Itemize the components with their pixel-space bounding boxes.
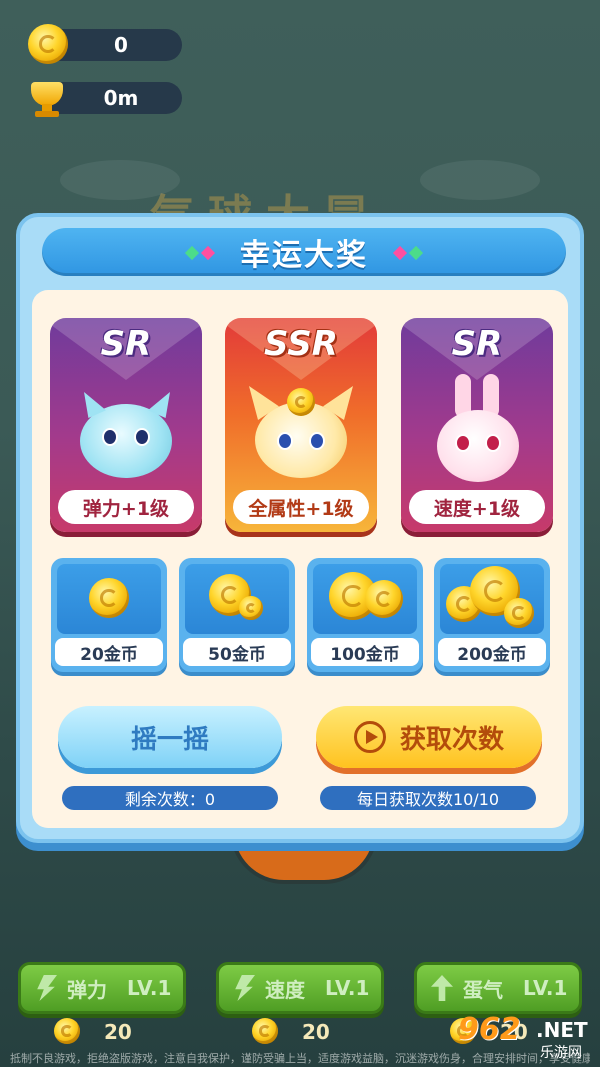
coin-reward-label: 50金币	[183, 638, 291, 666]
coin-reward-20[interactable]: 20金币	[51, 558, 167, 672]
prize-card-sr-blue-cat[interactable]: SR 弹力+1级	[50, 318, 202, 532]
coin-reward-100[interactable]: 100金币	[307, 558, 423, 672]
rocket-icon	[235, 975, 255, 1001]
arrow-up-icon	[431, 975, 453, 1001]
watermark-net: .NET	[536, 1018, 588, 1042]
get-attempts-button[interactable]: 获取次数	[316, 706, 542, 768]
modal-title: 幸运大奖	[240, 238, 368, 273]
diamond-decoration-icon	[184, 243, 216, 262]
play-video-icon	[353, 721, 386, 753]
upgrade-bounce-button[interactable]: 弹力 LV.1	[18, 962, 186, 1014]
coin-reward-50[interactable]: 50金币	[179, 558, 295, 672]
watermark-number: 962	[458, 1012, 521, 1047]
coin-reward-label: 200金币	[438, 638, 546, 666]
upgrade-name: 速度	[265, 977, 305, 1002]
watermark-site: 乐游网	[540, 1045, 582, 1061]
upgrade-level: LV.1	[127, 976, 172, 1000]
shake-button[interactable]: 摇一摇	[58, 706, 282, 768]
coin-icon	[54, 1018, 80, 1044]
upgrade-level: LV.1	[523, 976, 568, 1000]
coin-icon	[504, 598, 534, 628]
coin-icon	[365, 580, 403, 618]
rarity-label: SSR	[264, 324, 338, 364]
watermark-logo: 962 .NET 乐游网	[458, 1012, 592, 1064]
prize-card-sr-pink-rabbit[interactable]: SR 速度+1级	[401, 318, 553, 532]
get-attempts-label: 获取次数	[399, 724, 504, 755]
upgrade-name: 蛋气	[463, 977, 503, 1002]
upgrade-cost: 20	[302, 1020, 330, 1044]
rarity-label: SR	[451, 324, 503, 364]
upgrade-name: 弹力	[67, 977, 107, 1002]
lightning-icon	[37, 975, 57, 1001]
upgrade-level: LV.1	[325, 976, 370, 1000]
coin-icon	[28, 24, 68, 64]
upgrade-cost: 20	[104, 1020, 132, 1044]
reward-label: 全属性+1级	[233, 490, 369, 524]
daily-attempts: 每日获取次数10/10	[320, 786, 536, 810]
coin-icon	[89, 578, 129, 618]
reward-label: 速度+1级	[409, 490, 545, 524]
coin-icon	[239, 596, 263, 620]
modal-header: 幸运大奖	[42, 228, 566, 276]
upgrade-egg-gas-button[interactable]: 蛋气 LV.1	[414, 962, 582, 1014]
shake-button-label: 摇一摇	[130, 724, 209, 755]
coin-reward-label: 100金币	[311, 638, 419, 666]
coin-reward-label: 20金币	[55, 638, 163, 666]
rarity-label: SR	[100, 324, 152, 364]
remaining-attempts: 剩余次数：0	[62, 786, 278, 810]
diamond-decoration-icon	[392, 243, 424, 262]
coin-reward-200[interactable]: 200金币	[434, 558, 550, 672]
reward-label: 弹力+1级	[58, 490, 194, 524]
prize-card-ssr-yellow-fox[interactable]: SSR 全属性+1级	[225, 318, 377, 532]
coin-count: 0	[114, 33, 128, 57]
upgrade-speed-button[interactable]: 速度 LV.1	[216, 962, 384, 1014]
distance-value: 0m	[103, 86, 139, 110]
coin-icon	[252, 1018, 278, 1044]
